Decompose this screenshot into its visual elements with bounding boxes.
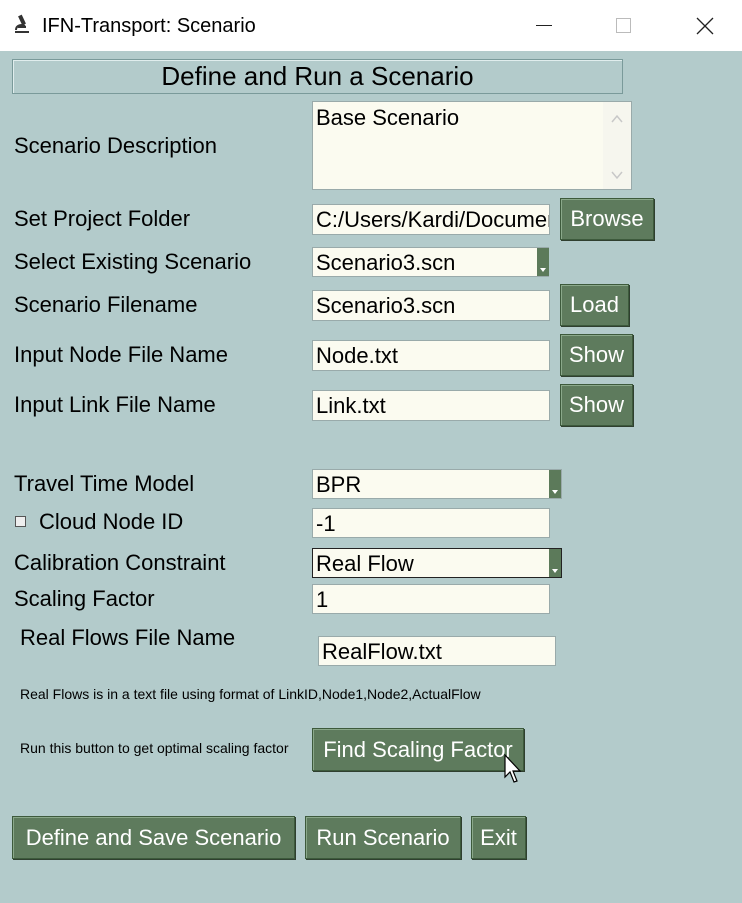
travel-time-model-dropdown-arrow[interactable]	[549, 470, 561, 498]
real-flows-format-note: Real Flows is in a text file using forma…	[20, 686, 481, 702]
define-save-scenario-button[interactable]: Define and Save Scenario	[12, 816, 295, 859]
scroll-arrows-icon	[611, 114, 623, 180]
scenario-description-text: Base Scenario	[316, 105, 460, 130]
existing-scenario-dropdown-arrow[interactable]	[537, 248, 549, 276]
maximize-button[interactable]	[594, 0, 654, 51]
scenario-filename-label: Scenario Filename	[14, 292, 198, 317]
node-file-label: Input Node File Name	[14, 342, 228, 367]
mouse-pointer-icon	[504, 753, 524, 789]
exit-button[interactable]: Exit	[471, 816, 526, 859]
cloud-node-checkbox[interactable]	[15, 516, 26, 527]
run-scenario-button[interactable]: Run Scenario	[305, 816, 461, 859]
calibration-dropdown-arrow[interactable]	[549, 549, 561, 577]
link-file-label: Input Link File Name	[14, 392, 216, 417]
maximize-icon	[616, 17, 632, 34]
scenario-description-textarea[interactable]: Base Scenario	[312, 101, 632, 190]
find-scaling-hint: Run this button to get optimal scaling f…	[20, 740, 289, 756]
close-icon	[696, 17, 714, 35]
existing-scenario-label: Select Existing Scenario	[14, 249, 252, 274]
find-scaling-factor-button[interactable]: Find Scaling Factor	[312, 728, 524, 771]
close-button[interactable]	[675, 0, 735, 51]
real-flows-file-label: Real Flows File Name	[20, 625, 236, 650]
real-flows-file-input[interactable]: RealFlow.txt	[318, 636, 556, 666]
scenario-filename-input[interactable]: Scenario3.scn	[312, 290, 550, 321]
node-file-input[interactable]: Node.txt	[312, 340, 550, 371]
browse-button[interactable]: Browse	[560, 198, 654, 240]
cloud-node-label: Cloud Node ID	[39, 509, 184, 534]
show-link-button[interactable]: Show	[560, 384, 633, 426]
page-title: Define and Run a Scenario	[12, 59, 623, 94]
window-title: IFN-Transport: Scenario	[42, 15, 256, 37]
cloud-node-input[interactable]: -1	[312, 508, 550, 538]
link-file-input[interactable]: Link.txt	[312, 390, 550, 421]
scaling-factor-input[interactable]: 1	[312, 584, 550, 614]
minimize-button[interactable]	[514, 0, 574, 51]
microscope-icon	[12, 12, 32, 34]
calibration-constraint-label: Calibration Constraint	[14, 550, 226, 575]
calibration-constraint-select[interactable]: Real Flow	[312, 548, 562, 578]
travel-time-model-label: Travel Time Model	[14, 471, 195, 496]
scaling-factor-label: Scaling Factor	[14, 586, 155, 611]
existing-scenario-select[interactable]: Scenario3.scn	[312, 247, 549, 277]
title-bar: IFN-Transport: Scenario	[0, 0, 742, 51]
project-folder-label: Set Project Folder	[14, 206, 191, 231]
scenario-description-label: Scenario Description	[14, 133, 217, 158]
show-node-button[interactable]: Show	[560, 334, 633, 376]
project-folder-input[interactable]: C:/Users/Kardi/Documents	[312, 204, 550, 235]
minimize-icon	[536, 24, 552, 27]
textarea-scrollbar[interactable]	[603, 102, 631, 189]
travel-time-model-select[interactable]: BPR	[312, 469, 562, 499]
load-button[interactable]: Load	[560, 284, 629, 326]
